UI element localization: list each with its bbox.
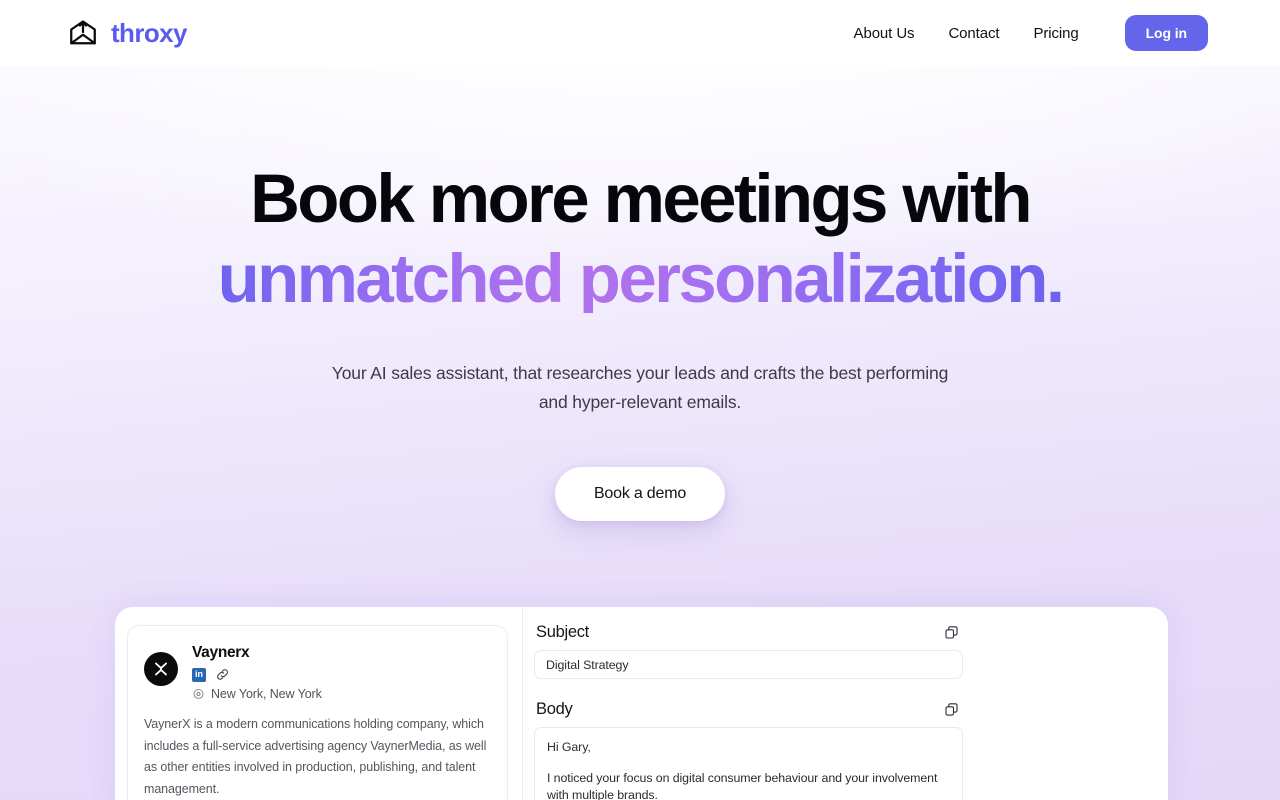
copy-icon (944, 625, 959, 640)
login-button[interactable]: Log in (1124, 15, 1208, 51)
panel-right-spacer (982, 607, 1168, 800)
subject-input[interactable] (534, 650, 963, 679)
body-textarea[interactable]: Hi Gary, I noticed your focus on digital… (534, 727, 963, 800)
body-line-1: Hi Gary, (547, 740, 591, 754)
page-title: Book more meetings with unmatched person… (217, 164, 1065, 317)
company-card: Vaynerx in New York, New York VaynerX is… (127, 625, 508, 800)
hero-cta-wrap: Book a demo (554, 467, 726, 522)
subject-field-header: Subject (534, 619, 963, 642)
location-pin-icon (192, 688, 205, 701)
nav-link-about-us[interactable]: About Us (854, 25, 915, 42)
company-description: VaynerX is a modern communications holdi… (144, 717, 487, 796)
main-navigation: About Us Contact Pricing Log in (854, 15, 1208, 51)
body-field-header: Body (534, 696, 963, 719)
book-a-demo-button[interactable]: Book a demo (554, 467, 726, 522)
subject-label: Subject (536, 623, 589, 641)
nav-link-contact[interactable]: Contact (948, 25, 999, 42)
company-location: New York, New York (192, 687, 322, 701)
product-preview-panel: Vaynerx in New York, New York VaynerX is… (115, 607, 1168, 800)
site-header: throxy About Us Contact Pricing Log in (0, 0, 1280, 66)
hero-subheadline: Your AI sales assistant, that researches… (331, 363, 949, 413)
linkedin-icon[interactable]: in (192, 667, 206, 682)
company-links: in (192, 667, 322, 682)
link-icon[interactable] (215, 667, 230, 682)
copy-body-button[interactable] (942, 700, 961, 719)
copy-subject-button[interactable] (942, 623, 961, 642)
company-name: Vaynerx (192, 644, 250, 661)
headline-line-1: Book more meetings with (250, 160, 1032, 237)
envelope-upload-icon (68, 18, 98, 48)
company-column: Vaynerx in New York, New York VaynerX is… (115, 607, 522, 800)
body-line-2: I noticed your focus on digital consumer… (547, 770, 938, 800)
brand-logo[interactable]: throxy (68, 18, 187, 49)
vaynerx-x-logo-icon (144, 652, 178, 686)
brand-name: throxy (111, 17, 187, 48)
headline-line-2: unmatched personalization. (217, 240, 1065, 317)
copy-icon (944, 702, 959, 717)
landing-page: throxy About Us Contact Pricing Log in B… (0, 0, 1280, 800)
company-meta: Vaynerx in New York, New York (192, 643, 322, 701)
company-location-label: New York, New York (211, 687, 322, 701)
hero-section: Book more meetings with unmatched person… (0, 66, 1280, 522)
email-editor-column: Subject Body (523, 607, 982, 800)
body-label: Body (536, 700, 573, 718)
nav-link-pricing[interactable]: Pricing (1033, 25, 1078, 42)
company-header: Vaynerx in New York, New York (144, 643, 491, 701)
